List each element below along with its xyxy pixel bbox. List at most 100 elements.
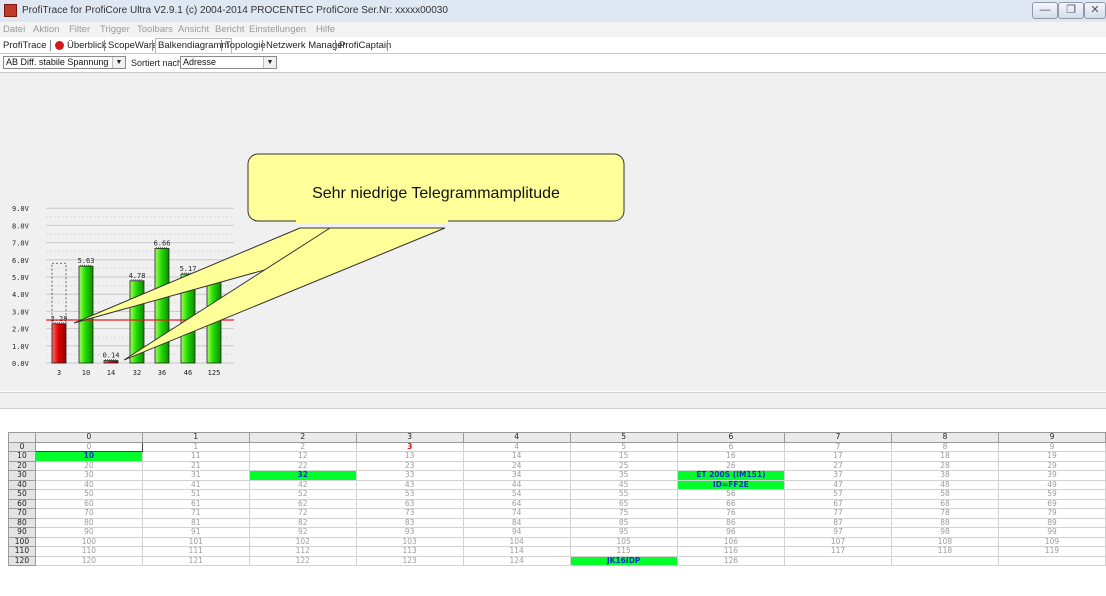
station-cell[interactable]: 16: [676, 451, 786, 462]
station-cell[interactable]: 25: [569, 460, 678, 471]
station-cell[interactable]: 59: [997, 489, 1106, 500]
station-cell[interactable]: 89: [997, 517, 1106, 528]
station-cell[interactable]: 6: [676, 441, 786, 452]
measurement-select[interactable]: AB Diff. stabile Spannung ▼: [3, 56, 126, 69]
station-cell[interactable]: 51: [141, 489, 250, 500]
tab-proficaptain[interactable]: ProfiCaptain: [339, 40, 391, 51]
tab-profitrace[interactable]: ProfiTrace: [3, 40, 46, 51]
station-cell[interactable]: 22: [248, 460, 357, 471]
station-cell[interactable]: 81: [141, 517, 250, 528]
restore-button[interactable]: ❐: [1058, 2, 1084, 19]
station-cell[interactable]: 78: [891, 508, 999, 519]
station-cell[interactable]: [997, 555, 1106, 566]
station-cell[interactable]: 62: [248, 498, 357, 509]
station-cell[interactable]: 90: [34, 527, 143, 538]
station-cell[interactable]: 84: [462, 517, 571, 528]
station-cell[interactable]: 69: [997, 498, 1106, 509]
station-cell[interactable]: 85: [569, 517, 678, 528]
station-cell[interactable]: 34: [462, 470, 571, 481]
station-cell[interactable]: 121: [141, 555, 250, 566]
station-cell[interactable]: 20: [34, 460, 143, 471]
station-cell[interactable]: 45: [569, 479, 678, 490]
station-cell[interactable]: 110: [34, 546, 143, 557]
station-cell[interactable]: JK16IDP: [569, 555, 678, 566]
station-cell[interactable]: 47: [784, 479, 892, 490]
station-cell[interactable]: 42: [248, 479, 357, 490]
station-cell[interactable]: 15: [569, 451, 678, 462]
menu-ansicht[interactable]: Ansicht: [178, 24, 209, 35]
station-cell[interactable]: 98: [891, 527, 999, 538]
station-cell[interactable]: 18: [891, 451, 999, 462]
station-cell[interactable]: 116: [676, 546, 786, 557]
station-cell[interactable]: 101: [141, 536, 250, 547]
station-cell[interactable]: 95: [569, 527, 678, 538]
station-cell[interactable]: 55: [569, 489, 678, 500]
station-cell[interactable]: 5: [569, 441, 678, 452]
station-cell[interactable]: 48: [891, 479, 999, 490]
station-cell[interactable]: 104: [462, 536, 571, 547]
station-cell[interactable]: 54: [462, 489, 571, 500]
station-cell[interactable]: 106: [676, 536, 786, 547]
station-cell[interactable]: 4: [462, 441, 571, 452]
station-cell[interactable]: 105: [569, 536, 678, 547]
station-cell[interactable]: 114: [462, 546, 571, 557]
station-cell[interactable]: 31: [141, 470, 250, 481]
station-cell[interactable]: 126: [676, 555, 786, 566]
station-cell[interactable]: 35: [569, 470, 678, 481]
station-cell[interactable]: 10: [34, 451, 143, 462]
station-cell[interactable]: 79: [997, 508, 1106, 519]
station-cell[interactable]: 86: [676, 517, 786, 528]
station-cell[interactable]: 2: [248, 441, 357, 452]
station-cell[interactable]: 120: [34, 555, 143, 566]
station-cell[interactable]: 56: [676, 489, 786, 500]
station-cell[interactable]: 107: [784, 536, 892, 547]
station-cell[interactable]: 74: [462, 508, 571, 519]
station-cell[interactable]: 73: [355, 508, 464, 519]
menu-einstellungen[interactable]: Einstellungen: [249, 24, 306, 35]
sort-select[interactable]: Adresse ▼: [180, 56, 277, 69]
station-cell[interactable]: 52: [248, 489, 357, 500]
station-cell[interactable]: 24: [462, 460, 571, 471]
station-cell[interactable]: 0: [34, 441, 143, 452]
station-cell[interactable]: 100: [34, 536, 143, 547]
station-cell[interactable]: 8: [891, 441, 999, 452]
menu-trigger[interactable]: Trigger: [100, 24, 130, 35]
station-cell[interactable]: 43: [355, 479, 464, 490]
station-cell[interactable]: 28: [891, 460, 999, 471]
station-cell[interactable]: 19: [997, 451, 1106, 462]
bar-station-10[interactable]: [78, 265, 94, 364]
station-cell[interactable]: 118: [891, 546, 999, 557]
station-cell[interactable]: 44: [462, 479, 571, 490]
station-cell[interactable]: 99: [997, 527, 1106, 538]
station-cell[interactable]: 96: [676, 527, 786, 538]
close-button[interactable]: ✕: [1084, 2, 1106, 19]
bar-station-3[interactable]: [51, 323, 67, 364]
station-cell[interactable]: 13: [355, 451, 464, 462]
station-cell[interactable]: 70: [34, 508, 143, 519]
station-cell[interactable]: 76: [676, 508, 786, 519]
station-cell[interactable]: 11: [141, 451, 250, 462]
tab-topologie[interactable]: Topologie: [225, 40, 266, 51]
station-cell[interactable]: 68: [891, 498, 999, 509]
station-cell[interactable]: 38: [891, 470, 999, 481]
menu-toolbars[interactable]: Toolbars: [137, 24, 173, 35]
station-cell[interactable]: 21: [141, 460, 250, 471]
station-cell[interactable]: 91: [141, 527, 250, 538]
station-cell[interactable]: 1: [141, 441, 250, 452]
station-cell[interactable]: 7: [784, 441, 892, 452]
station-cell[interactable]: 40: [34, 479, 143, 490]
station-cell[interactable]: 94: [462, 527, 571, 538]
station-cell[interactable]: 57: [784, 489, 892, 500]
station-cell[interactable]: 3: [355, 441, 464, 452]
station-cell[interactable]: 119: [997, 546, 1106, 557]
station-cell[interactable]: 109: [997, 536, 1106, 547]
station-cell[interactable]: 30: [34, 470, 143, 481]
station-cell[interactable]: 26: [676, 460, 786, 471]
station-cell[interactable]: 63: [355, 498, 464, 509]
station-cell[interactable]: 115: [569, 546, 678, 557]
station-cell[interactable]: 80: [34, 517, 143, 528]
station-cell[interactable]: 58: [891, 489, 999, 500]
station-cell[interactable]: 65: [569, 498, 678, 509]
station-cell[interactable]: 113: [355, 546, 464, 557]
station-cell[interactable]: 72: [248, 508, 357, 519]
